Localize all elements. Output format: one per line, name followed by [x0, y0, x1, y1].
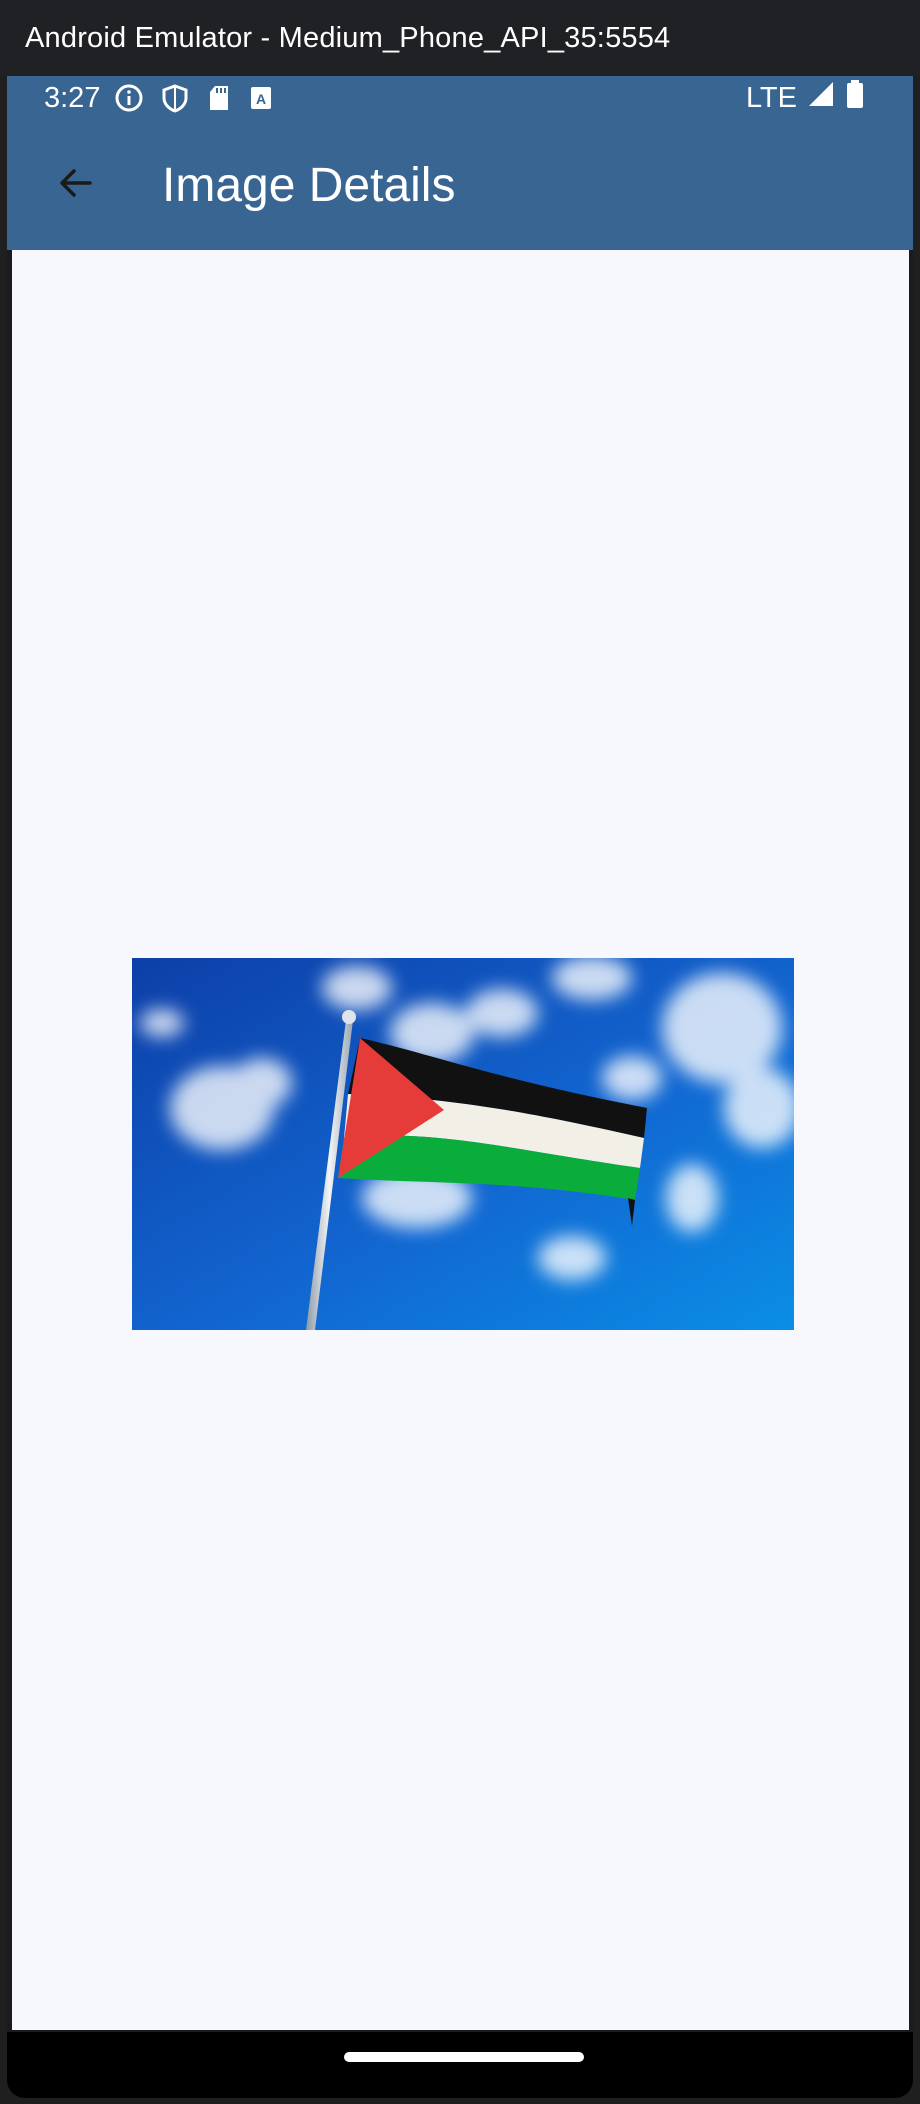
signal-icon — [807, 80, 835, 116]
status-right-group: LTE — [746, 79, 865, 117]
arrow-back-icon — [54, 161, 98, 210]
detail-image — [132, 958, 794, 1330]
battery-icon — [845, 79, 865, 117]
image-details-content — [12, 250, 909, 2030]
home-gesture-handle[interactable] — [344, 2052, 584, 2062]
emulator-window-titlebar: Android Emulator - Medium_Phone_API_35:5… — [0, 0, 920, 76]
emulator-window-title: Android Emulator - Medium_Phone_API_35:5… — [25, 21, 671, 54]
keyboard-a-icon: A — [248, 83, 274, 113]
info-icon — [114, 83, 144, 113]
back-button[interactable] — [36, 145, 116, 225]
sd-card-icon — [206, 83, 232, 113]
status-time: 3:27 — [44, 81, 101, 114]
flag-photo — [132, 958, 794, 1330]
network-type-label: LTE — [745, 81, 797, 114]
shield-icon — [160, 83, 190, 113]
phone-frame: 3:27 A LTE Image Details — [7, 76, 913, 2098]
system-navigation-bar — [7, 2032, 913, 2098]
status-bar: 3:27 A LTE — [7, 76, 913, 120]
app-bar: Image Details — [7, 120, 913, 250]
svg-text:A: A — [256, 91, 266, 107]
page-title: Image Details — [162, 158, 456, 212]
